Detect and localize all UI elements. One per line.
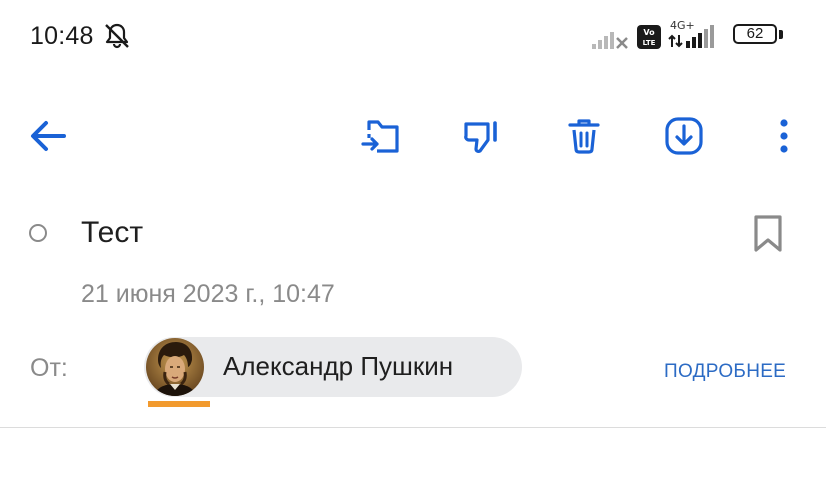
battery-level: 62 [746,25,764,42]
download-icon [665,117,703,155]
data-arrows-icon [668,34,683,48]
sender-name: Александр Пушкин [223,351,454,381]
signal-icon [686,25,714,48]
from-label: От: [30,354,68,382]
thumbs-down-icon [464,121,497,153]
details-link[interactable]: ПОДРОБНЕЕ [664,361,786,383]
back-button[interactable] [22,110,74,162]
move-to-folder-icon [361,120,399,153]
divider [0,427,826,428]
read-status-toggle[interactable] [29,224,47,242]
avatar [146,338,204,396]
avatar-underline [148,401,210,407]
delete-button[interactable] [558,110,610,162]
bookmark-button[interactable] [748,210,788,258]
message-subject: Тест [81,216,144,249]
move-to-folder-button[interactable] [356,110,408,162]
more-options-button[interactable] [758,110,810,162]
volte-icon: Vo LTE [637,25,661,49]
message-date: 21 июня 2023 г., 10:47 [81,280,335,308]
more-vertical-icon [780,119,788,153]
status-time: 10:48 [30,22,94,50]
svg-text:Vo: Vo [643,28,655,37]
svg-text:LTE: LTE [643,39,656,47]
battery-icon: 62 [733,24,785,48]
trash-icon [568,119,600,154]
spam-button[interactable] [456,110,508,162]
back-arrow-icon [31,121,66,151]
bookmark-icon [754,215,782,252]
archive-button[interactable] [658,110,710,162]
signal-icon [592,32,628,49]
sender-chip[interactable]: Александр Пушкин [144,337,522,397]
mute-notifications-icon [105,23,129,49]
